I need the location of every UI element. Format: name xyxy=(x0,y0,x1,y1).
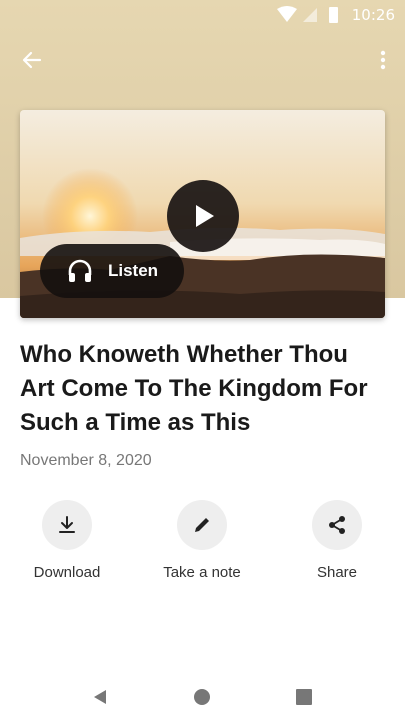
square-recents-icon xyxy=(296,689,312,705)
article-title: Who Knoweth Whether Thou Art Come To The… xyxy=(20,341,368,436)
download-button[interactable]: Download xyxy=(7,500,127,581)
circle-home-icon xyxy=(194,689,210,705)
system-nav-bar xyxy=(0,672,405,720)
nav-recents-button[interactable] xyxy=(289,682,319,712)
wifi-icon xyxy=(277,6,297,22)
nav-home-button[interactable] xyxy=(187,682,217,712)
action-row: Download Take a note Share xyxy=(0,500,405,590)
signal-icon xyxy=(303,8,317,22)
article-date: November 8, 2020 xyxy=(20,452,152,469)
download-icon xyxy=(42,500,92,550)
back-button[interactable] xyxy=(16,44,48,76)
share-label: Share xyxy=(316,564,358,581)
listen-label: Listen xyxy=(108,261,159,280)
status-bar: 10:26 xyxy=(0,0,405,28)
status-icons xyxy=(277,6,338,23)
media-thumbnail[interactable]: Listen xyxy=(20,110,385,318)
listen-button[interactable]: Listen xyxy=(40,244,184,298)
arrow-left-icon xyxy=(22,51,42,69)
share-icon xyxy=(312,500,362,550)
play-icon xyxy=(196,205,214,227)
take-note-label: Take a note xyxy=(163,564,241,581)
pencil-icon xyxy=(177,500,227,550)
play-button[interactable] xyxy=(167,180,239,252)
headphones-icon xyxy=(66,257,94,285)
more-vert-icon xyxy=(380,50,386,70)
battery-icon xyxy=(329,7,338,23)
status-time: 10:26 xyxy=(351,6,395,24)
share-button[interactable]: Share xyxy=(277,500,397,581)
download-label: Download xyxy=(33,564,101,581)
triangle-back-icon xyxy=(94,690,106,704)
nav-back-button[interactable] xyxy=(85,682,115,712)
more-options-button[interactable] xyxy=(373,44,393,76)
take-note-button[interactable]: Take a note xyxy=(142,500,262,581)
